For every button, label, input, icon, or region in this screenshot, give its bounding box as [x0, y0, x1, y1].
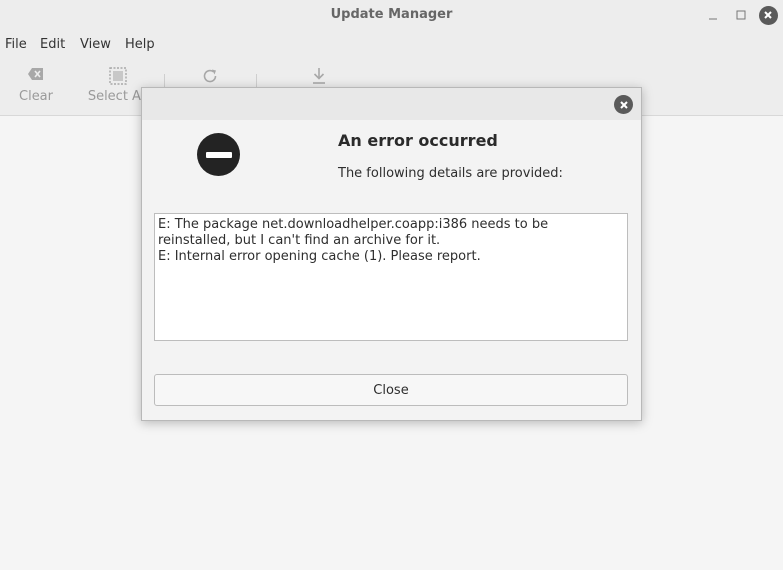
error-dialog: An error occurred The following details … [141, 87, 642, 421]
menu-help[interactable]: Help [125, 37, 155, 52]
dialog-subtitle: The following details are provided: [338, 166, 563, 181]
title-bar: Update Manager [0, 0, 783, 30]
menu-view[interactable]: View [80, 37, 111, 52]
refresh-icon [203, 69, 217, 83]
dialog-close-button[interactable] [614, 95, 633, 114]
clear-button[interactable]: Clear [12, 58, 60, 115]
backspace-icon [28, 68, 43, 80]
maximize-button[interactable] [730, 4, 752, 26]
error-detail-line: E: The package net.downloadhelper.coapp:… [158, 217, 553, 248]
minimize-icon [709, 18, 717, 20]
error-icon [197, 133, 240, 176]
menu-file[interactable]: File [5, 37, 27, 52]
close-icon [619, 100, 628, 109]
download-icon [313, 68, 325, 84]
window-title: Update Manager [330, 7, 453, 22]
menu-bar: File Edit View Help [0, 30, 783, 58]
minimize-button[interactable] [702, 4, 724, 26]
clear-label: Clear [19, 89, 53, 104]
dialog-title: An error occurred [338, 131, 498, 150]
error-detail-line: E: Internal error opening cache (1). Ple… [158, 249, 481, 264]
select-all-icon [109, 67, 127, 85]
error-details-textview[interactable]: E: The package net.downloadhelper.coapp:… [154, 213, 628, 341]
window-close-button[interactable] [757, 4, 779, 26]
dialog-header [142, 88, 641, 120]
menu-edit[interactable]: Edit [40, 37, 65, 52]
maximize-icon [736, 10, 746, 20]
close-button[interactable]: Close [154, 374, 628, 406]
close-icon [758, 5, 778, 25]
